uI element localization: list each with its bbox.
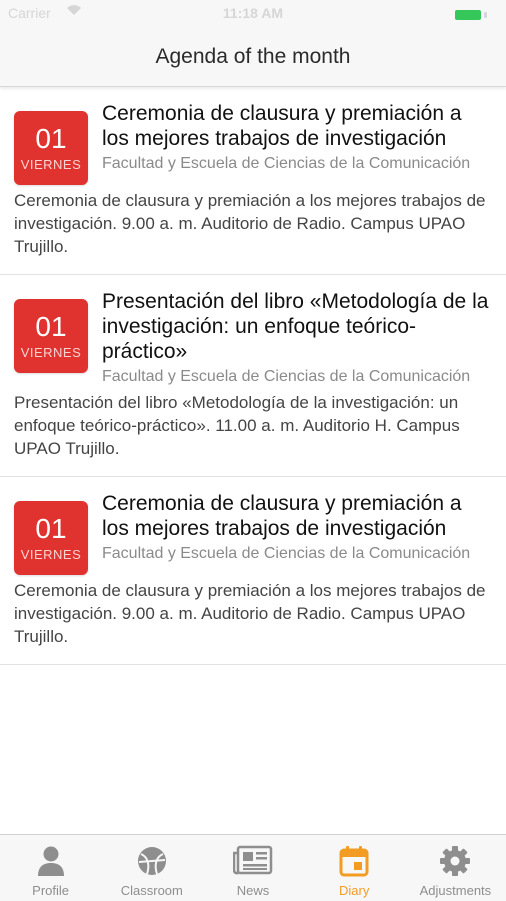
- event-title: Ceremonia de clausura y premiación a los…: [102, 492, 462, 540]
- tab-label: Diary: [339, 883, 370, 898]
- tab-label: Profile: [32, 883, 70, 898]
- date-day: 01: [35, 513, 67, 544]
- tab-classroom[interactable]: Classroom: [101, 835, 202, 901]
- tab-label: News: [236, 883, 270, 898]
- event-item[interactable]: 01 VIERNES Ceremonia de clausura y premi…: [0, 477, 506, 665]
- status-time: 11:18 AM: [222, 5, 284, 21]
- date-weekday: VIERNES: [20, 157, 82, 172]
- calendar-icon: [339, 846, 369, 877]
- date-badge: 01 VIERNES: [14, 501, 88, 575]
- battery-icon: [455, 10, 481, 20]
- date-day: 01: [35, 311, 67, 342]
- ball-icon: [137, 847, 166, 875]
- page-title: Agenda of the month: [155, 45, 351, 68]
- person-icon: [37, 846, 64, 876]
- date-weekday: VIERNES: [20, 547, 82, 562]
- tab-bar: Profile Classroom News Diary Adjustments: [0, 834, 506, 901]
- event-list: 01 VIERNES Ceremonia de clausura y premi…: [0, 87, 506, 665]
- event-title: Ceremonia de clausura y premiación a los…: [102, 102, 462, 150]
- date-badge: 01 VIERNES: [14, 299, 88, 373]
- tab-news[interactable]: News: [202, 835, 303, 901]
- event-description: Ceremonia de clausura y premiación a los…: [14, 191, 486, 256]
- event-organizer: Facultad y Escuela de Ciencias de la Com…: [102, 545, 471, 562]
- event-organizer: Facultad y Escuela de Ciencias de la Com…: [102, 368, 471, 385]
- tab-profile[interactable]: Profile: [0, 835, 101, 901]
- tab-label: Classroom: [120, 883, 183, 898]
- date-day: 01: [35, 123, 67, 154]
- tab-adjustments[interactable]: Adjustments: [405, 835, 506, 901]
- tab-label: Adjustments: [419, 883, 492, 898]
- date-badge: 01 VIERNES: [14, 111, 88, 185]
- battery-tip: [484, 12, 487, 18]
- status-bar: Carrier 11:18 AM: [0, 0, 506, 28]
- date-weekday: VIERNES: [20, 345, 82, 360]
- event-item[interactable]: 01 VIERNES Presentación del libro «Metod…: [0, 275, 506, 477]
- event-title: Presentación del libro «Metodología de l…: [102, 290, 489, 363]
- newspaper-icon: [233, 845, 273, 875]
- event-organizer: Facultad y Escuela de Ciencias de la Com…: [102, 155, 471, 172]
- event-description: Presentación del libro «Metodología de l…: [14, 393, 460, 458]
- tab-diary[interactable]: Diary: [304, 835, 405, 901]
- event-item[interactable]: 01 VIERNES Ceremonia de clausura y premi…: [0, 87, 506, 275]
- gear-icon: [440, 846, 471, 876]
- navigation-bar: Agenda of the month: [0, 28, 506, 87]
- event-description: Ceremonia de clausura y premiación a los…: [14, 581, 486, 646]
